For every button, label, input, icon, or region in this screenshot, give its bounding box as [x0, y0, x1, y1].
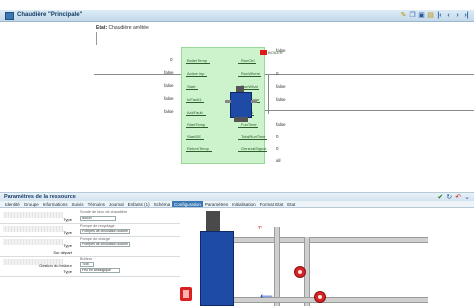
out-val-2: false [276, 84, 286, 89]
out-val-3: false [276, 97, 286, 102]
boiler-pipe-left [225, 100, 231, 103]
tab-journal[interactable]: Journal [107, 201, 126, 207]
hydraulic-diagram: T° ⟵ [180, 209, 474, 306]
pump-icon-1[interactable] [294, 266, 306, 278]
pencil-icon[interactable]: ✎ [400, 11, 407, 20]
flow-arrow-icon: ⟵ [260, 291, 273, 301]
pin-runctrl[interactable]: RunCtrl [238, 58, 256, 64]
pump-rotor-2 [318, 295, 322, 299]
tab-schema[interactable]: Schéma [152, 201, 173, 207]
panel-tabs: Identité Groupe Informations Suivis Témo… [0, 201, 474, 208]
burner-type-label: Type [63, 269, 72, 274]
tab-enfants[interactable]: Enfants (1) [126, 201, 152, 207]
out-val-7: 0 [276, 146, 279, 151]
window-titlebar: Chaudière "Principale" ✎ ❐ ▣ ▤ |‹ ‹ › ›| [0, 10, 474, 22]
pump-type-select[interactable]: Pompes de circulation double [80, 229, 130, 234]
type-label: Type [63, 217, 72, 222]
boiler-pipe-right [251, 100, 257, 103]
burner-type-select[interactable]: Feu en analogique [80, 268, 120, 273]
out-val-6: 0 [276, 134, 279, 139]
subtitle-bruleur: Brûleur [80, 257, 93, 261]
pin-runwhere[interactable]: RunWhere [238, 71, 262, 77]
burner-icon[interactable] [180, 287, 192, 301]
pump-rotor-1 [298, 270, 302, 274]
ext-in-4: false [164, 109, 174, 114]
tab-etat[interactable]: Etat [285, 201, 297, 207]
ext-in-2: false [164, 83, 174, 88]
pump-icon-2[interactable] [314, 291, 326, 303]
pin-boilertemp[interactable]: BoilerTemp [186, 58, 211, 64]
tab-temoins[interactable]: Témoins [86, 201, 107, 207]
panel-title: Paramètres de la ressource [4, 194, 76, 200]
alarm-flag-icon [260, 50, 267, 55]
pipe-supply [228, 237, 428, 243]
pump2-type-label: Type [63, 243, 72, 248]
ext-in-1: false [164, 70, 174, 75]
subtitle-sonde: Sonde de bloc de chaudière [80, 210, 128, 214]
retour-label: Sur départ [53, 250, 72, 255]
prev-icon[interactable]: ‹ [445, 11, 452, 20]
out-val-5: false [276, 122, 286, 127]
out-val-8: all [276, 158, 281, 163]
pin-totalruntime[interactable]: TotalRunTime [238, 134, 267, 140]
tab-informations[interactable]: Informations [41, 201, 70, 207]
out-val-1: 0 [276, 71, 279, 76]
pin-starttemp[interactable]: StartTemp [186, 122, 209, 128]
pump-type-label: Type [63, 230, 72, 235]
boiler-chimney-large [206, 211, 220, 233]
burner-select[interactable]: Tout [80, 262, 94, 267]
type-select[interactable]: aucun [80, 216, 116, 221]
wire-out [265, 74, 474, 75]
last-icon[interactable]: ›| [463, 11, 470, 20]
status-label: Etat: [96, 25, 108, 31]
status-value: Chaudière arrêtée [108, 25, 149, 31]
panel-titlebar: Paramètres de la ressource ✔ ↻ ↶ ⌄ [0, 192, 474, 201]
config-form: Sonde de bloc de chaudière Type aucun Po… [0, 209, 180, 306]
form-sep-4 [0, 276, 180, 277]
wire-out-2 [265, 110, 474, 111]
boiler-body [230, 92, 252, 118]
save-icon[interactable]: ▣ [418, 11, 425, 20]
folder-icon[interactable]: ▤ [427, 11, 434, 20]
tab-configuration[interactable]: Configuration [172, 201, 203, 207]
burner-core [183, 290, 189, 298]
status-frame [96, 32, 184, 45]
tab-groupe[interactable]: Groupe [22, 201, 41, 207]
pipe-vertical-1 [274, 227, 280, 306]
out-val-0: false [276, 48, 286, 53]
boiler-icon [225, 86, 257, 122]
pin-start[interactable]: Start [186, 84, 199, 90]
window-toolbar: ✎ ❐ ▣ ▤ |‹ ‹ › ›| [400, 11, 470, 20]
pin-funtime[interactable]: FunTime [238, 122, 258, 128]
window-title: Chaudière "Principale" [17, 12, 83, 18]
pin-infault1[interactable]: InFault1 [186, 97, 205, 103]
pin-returntemp[interactable]: ReturnTemp [186, 146, 212, 152]
boiler-app-icon [5, 12, 14, 20]
pin-startde[interactable]: StartDE [186, 134, 205, 140]
wire-vertical-right [268, 74, 269, 114]
tab-format-etat[interactable]: Format Etat [258, 201, 286, 207]
temp-sensor-icon[interactable]: T° [258, 225, 262, 230]
pipe-return [228, 297, 428, 303]
pin-ackfault[interactable]: AckFault [186, 110, 206, 116]
pump2-type-select[interactable]: Pompes de circulation double [80, 242, 130, 247]
next-icon[interactable]: › [454, 11, 461, 20]
status-line: Etat: Chaudière arrêtée [96, 25, 149, 31]
pin-generalsignal[interactable]: GeneralSignal [238, 146, 268, 152]
ext-in-3: false [164, 96, 174, 101]
boiler-large[interactable] [200, 231, 234, 306]
ext-in-0: 0 [170, 57, 173, 62]
first-icon[interactable]: |‹ [436, 11, 443, 20]
tab-suivis[interactable]: Suivis [70, 201, 86, 207]
subtitle-recyclage: Pompe de recyclage [80, 224, 115, 228]
tab-identite[interactable]: Identité [3, 201, 22, 207]
subtitle-charge: Pompe de charge [80, 237, 110, 241]
burner-label: Gestion du brûleur [39, 263, 72, 268]
pin-active-inp[interactable]: Active inp [186, 71, 208, 77]
copy-icon[interactable]: ❐ [409, 11, 416, 20]
tab-parametres[interactable]: Paramètres [203, 201, 230, 207]
boiler-base [234, 117, 248, 122]
tab-initialisation[interactable]: Initialisation [230, 201, 258, 207]
